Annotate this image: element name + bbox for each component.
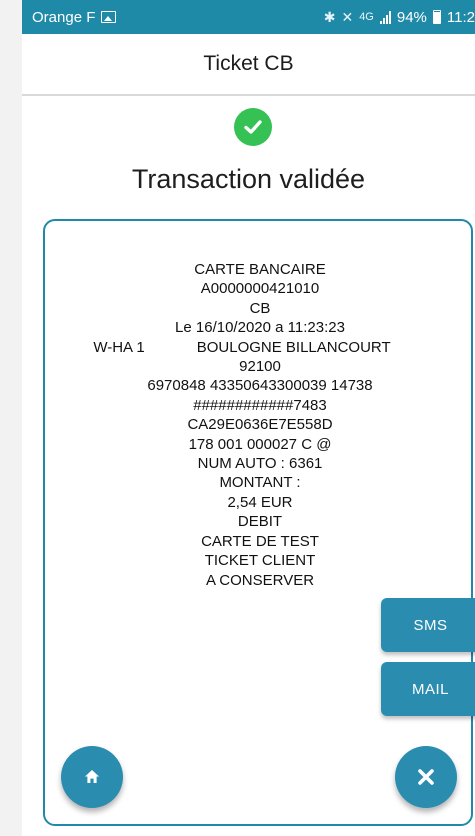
home-button[interactable] [61,746,123,808]
ticket-line: DEBIT [237,513,283,531]
mute-icon: ✕ [341,8,354,25]
ticket-line: CA29E0636E7E558D [187,416,333,434]
status-left: Orange F [32,8,117,26]
close-icon [418,769,434,785]
ticket-line: CARTE BANCAIRE [194,261,326,278]
transaction-status-title: Transaction validée [131,164,366,194]
app-header: Ticket CB [22,34,475,96]
ticket-line: NUM AUTO : 6361 [197,455,323,473]
ticket-line: TICKET CLIENT [204,552,316,570]
sms-button[interactable]: SMS [381,598,475,652]
ticket-line: 92100 [239,358,281,376]
ticket-line: ############7483 [193,396,327,414]
bluetooth-icon: ✱ [323,8,336,25]
app-window: Orange F ✱ ✕ 4G 94% 11:2 Ticket CB Trans… [22,0,475,836]
page-title: Ticket CB [203,52,294,75]
screen: Orange F ✱ ✕ 4G 94% 11:2 Ticket CB Trans… [0,0,475,836]
close-button[interactable] [395,746,457,808]
ticket-city: BOULOGNE BILLANCOURT [196,338,391,356]
ticket-line: MONTANT : [219,474,301,492]
ticket-line: 178 001 000027 C @ [188,435,332,453]
network-type-label: 4G [359,11,374,23]
status-bar: Orange F ✱ ✕ 4G 94% 11:2 [22,0,475,34]
image-notification-icon [101,11,117,23]
ticket-line: 2,54 EUR [227,493,293,511]
status-right: ✱ ✕ 4G 94% 11:2 [324,9,475,26]
battery-icon [432,10,441,24]
clock: 11:2 [446,8,475,26]
signal-icon [379,10,391,24]
ticket-line: A CONSERVER [205,571,315,589]
ticket-line: 6970848 43350643300039 14738 [147,377,373,395]
ticket-terminal: W-HA 1 [93,338,145,356]
ticket-line: A0000000421010 [200,280,320,298]
success-check-icon [234,108,272,146]
ticket-line: CARTE DE TEST [201,532,319,550]
home-icon [85,770,99,783]
ticket-text: CARTE BANCAIRE A0000000421010 CB Le 16/1… [45,260,475,590]
mail-button[interactable]: MAIL [381,662,475,716]
ticket-card: CARTE BANCAIRE A0000000421010 CB Le 16/1… [43,219,475,826]
ticket-line-merchant: W-HA 1 BOULOGNE BILLANCOURT [27,338,457,357]
battery-percent: 94% [396,8,427,26]
ticket-line: Le 16/10/2020 a 11:23:23 [175,319,345,337]
carrier-label: Orange F [32,8,96,26]
ticket-line: CB [249,299,271,317]
